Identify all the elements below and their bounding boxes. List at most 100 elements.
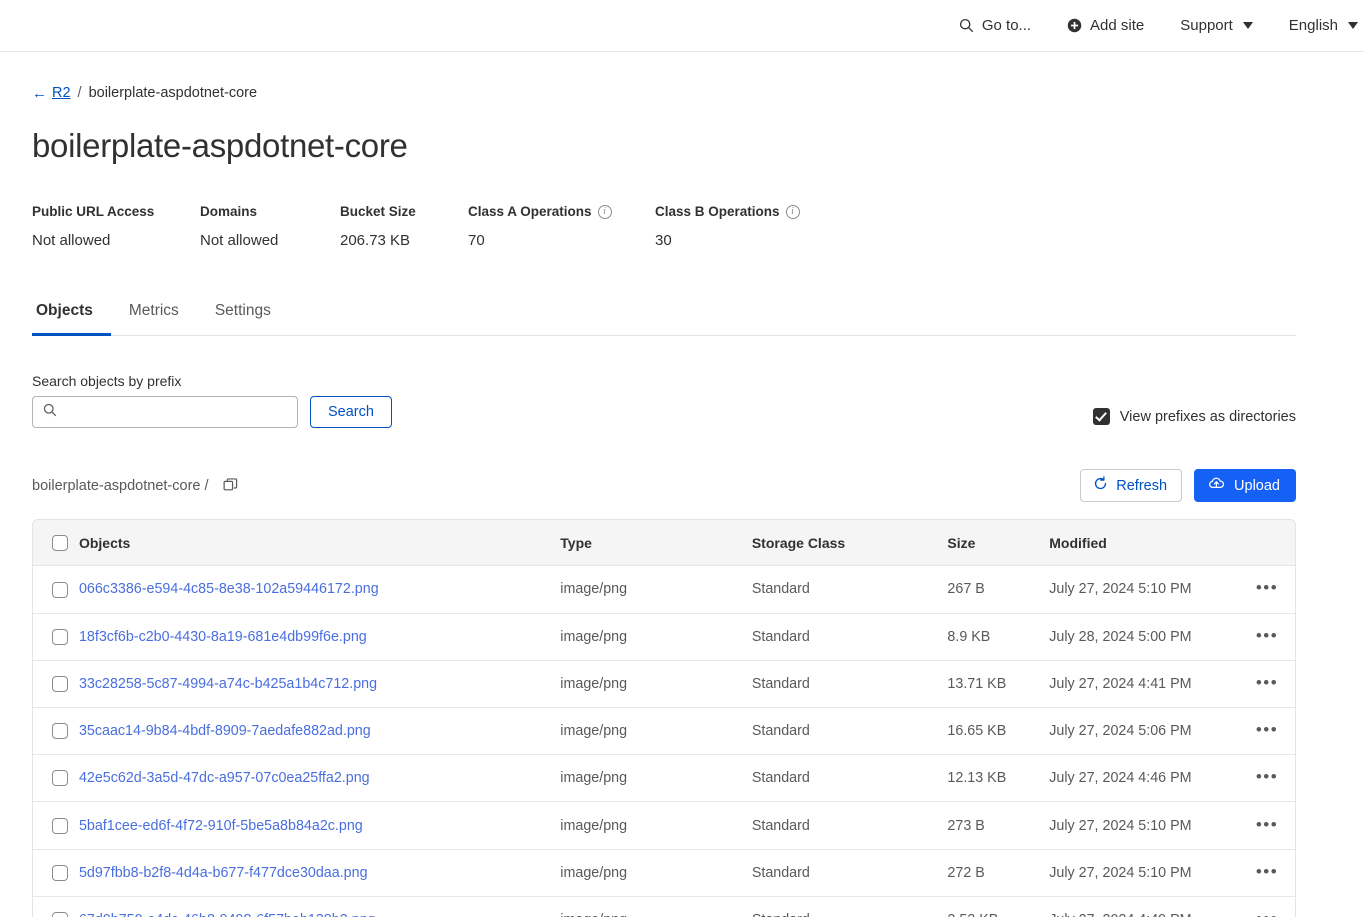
row-object-name-cell: 42e5c62d-3a5d-47dc-a957-07c0ea25ffa2.png <box>79 755 560 802</box>
table-header-row: Objects Type Storage Class Size Modified <box>33 520 1295 566</box>
row-type: image/png <box>560 849 752 896</box>
row-checkbox[interactable] <box>52 818 68 834</box>
nav-language[interactable]: English <box>1271 0 1364 51</box>
row-storage-class: Standard <box>752 707 948 754</box>
row-checkbox[interactable] <box>52 912 68 917</box>
header-storage-class[interactable]: Storage Class <box>752 520 948 566</box>
tab-settings[interactable]: Settings <box>197 302 289 336</box>
table-row[interactable]: 67d0b750-e4dc-46b8-9498-6f57beb138b2.png… <box>33 896 1295 917</box>
search-input-wrapper[interactable] <box>32 396 298 428</box>
row-checkbox[interactable] <box>52 676 68 692</box>
row-size: 2.52 KB <box>947 896 1049 917</box>
stat-label-text: Public URL Access <box>32 204 154 219</box>
upload-button[interactable]: Upload <box>1194 469 1296 502</box>
tab-bar: Objects Metrics Settings <box>32 301 1296 336</box>
row-storage-class: Standard <box>752 802 948 849</box>
breadcrumb-back-link[interactable]: ← R2 <box>32 85 71 101</box>
search-input[interactable] <box>65 403 287 421</box>
refresh-label: Refresh <box>1116 478 1167 494</box>
object-link[interactable]: 066c3386-e594-4c85-8e38-102a59446172.png <box>79 581 379 597</box>
view-prefixes-as-directories-checkbox[interactable]: View prefixes as directories <box>1093 408 1296 428</box>
table-row[interactable]: 066c3386-e594-4c85-8e38-102a59446172.png… <box>33 566 1295 613</box>
checkbox-checked-icon[interactable] <box>1093 408 1110 425</box>
stat-value: 30 <box>655 232 800 249</box>
table-body: 066c3386-e594-4c85-8e38-102a59446172.png… <box>33 566 1295 917</box>
breadcrumb-current: boilerplate-aspdotnet-core <box>89 85 257 101</box>
row-type: image/png <box>560 660 752 707</box>
row-checkbox[interactable] <box>52 723 68 739</box>
breadcrumb-root-label: R2 <box>52 85 71 101</box>
copy-icon[interactable] <box>223 478 238 493</box>
table-row[interactable]: 18f3cf6b-c2b0-4430-8a19-681e4db99f6e.png… <box>33 613 1295 660</box>
object-link[interactable]: 35caac14-9b84-4bdf-8909-7aedafe882ad.png <box>79 723 371 739</box>
stat-public-url-access: Public URL Access Not allowed <box>32 204 200 249</box>
row-type: image/png <box>560 896 752 917</box>
page-title: boilerplate-aspdotnet-core <box>32 127 1332 165</box>
row-actions-cell: ••• <box>1239 566 1295 613</box>
row-object-name-cell: 18f3cf6b-c2b0-4430-8a19-681e4db99f6e.png <box>79 613 560 660</box>
row-checkbox[interactable] <box>52 865 68 881</box>
info-icon[interactable]: i <box>786 205 800 219</box>
object-link[interactable]: 18f3cf6b-c2b0-4430-8a19-681e4db99f6e.png <box>79 629 367 645</box>
objects-table-container: Objects Type Storage Class Size Modified… <box>32 519 1296 917</box>
row-modified: July 27, 2024 4:46 PM <box>1049 755 1239 802</box>
row-menu-icon[interactable]: ••• <box>1256 867 1278 877</box>
table-row[interactable]: 5baf1cee-ed6f-4f72-910f-5be5a8b84a2c.png… <box>33 802 1295 849</box>
table-row[interactable]: 5d97fbb8-b2f8-4d4a-b677-f477dce30daa.png… <box>33 849 1295 896</box>
header-type[interactable]: Type <box>560 520 752 566</box>
row-menu-icon[interactable]: ••• <box>1256 631 1278 641</box>
row-menu-icon[interactable]: ••• <box>1256 583 1278 593</box>
row-menu-icon[interactable]: ••• <box>1256 725 1278 735</box>
row-checkbox[interactable] <box>52 770 68 786</box>
header-actions <box>1239 520 1295 566</box>
row-type: image/png <box>560 802 752 849</box>
table-row[interactable]: 42e5c62d-3a5d-47dc-a957-07c0ea25ffa2.png… <box>33 755 1295 802</box>
search-button[interactable]: Search <box>310 396 392 428</box>
upload-label: Upload <box>1234 478 1280 494</box>
row-object-name-cell: 35caac14-9b84-4bdf-8909-7aedafe882ad.png <box>79 707 560 754</box>
search-row: Search objects by prefix Search View pre… <box>32 373 1296 428</box>
page-container: ← R2 / boilerplate-aspdotnet-core boiler… <box>0 85 1364 917</box>
object-link[interactable]: 42e5c62d-3a5d-47dc-a957-07c0ea25ffa2.png <box>79 770 370 786</box>
row-checkbox-cell <box>33 707 79 754</box>
table-row[interactable]: 33c28258-5c87-4994-a74c-b425a1b4c712.png… <box>33 660 1295 707</box>
header-modified[interactable]: Modified <box>1049 520 1239 566</box>
search-icon <box>43 403 57 422</box>
row-checkbox[interactable] <box>52 629 68 645</box>
refresh-button[interactable]: Refresh <box>1080 469 1182 502</box>
row-size: 12.13 KB <box>947 755 1049 802</box>
object-link[interactable]: 5baf1cee-ed6f-4f72-910f-5be5a8b84a2c.png <box>79 818 363 834</box>
object-link[interactable]: 67d0b750-e4dc-46b8-9498-6f57beb138b2.png <box>79 912 376 917</box>
nav-goto[interactable]: Go to... <box>941 0 1049 51</box>
nav-goto-label: Go to... <box>982 17 1031 34</box>
chevron-down-icon <box>1243 22 1253 29</box>
row-actions-cell: ••• <box>1239 802 1295 849</box>
tab-objects[interactable]: Objects <box>32 302 111 336</box>
top-navigation-bar: Go to... Add site Support English <box>0 0 1364 52</box>
stat-bucket-size: Bucket Size 206.73 KB <box>340 204 468 249</box>
row-checkbox[interactable] <box>52 582 68 598</box>
row-menu-icon[interactable]: ••• <box>1256 820 1278 830</box>
row-actions-cell: ••• <box>1239 613 1295 660</box>
row-checkbox-cell <box>33 566 79 613</box>
stat-class-b-operations: Class B Operations i 30 <box>655 204 800 249</box>
tab-metrics[interactable]: Metrics <box>111 302 197 336</box>
row-type: image/png <box>560 707 752 754</box>
row-checkbox-cell <box>33 802 79 849</box>
info-icon[interactable]: i <box>598 205 612 219</box>
object-link[interactable]: 5d97fbb8-b2f8-4d4a-b677-f477dce30daa.png <box>79 865 368 881</box>
object-link[interactable]: 33c28258-5c87-4994-a74c-b425a1b4c712.png <box>79 676 377 692</box>
row-menu-icon[interactable]: ••• <box>1256 772 1278 782</box>
header-objects[interactable]: Objects <box>79 520 560 566</box>
nav-support[interactable]: Support <box>1162 0 1271 51</box>
row-menu-icon[interactable]: ••• <box>1256 678 1278 688</box>
search-label: Search objects by prefix <box>32 373 392 389</box>
select-all-checkbox[interactable] <box>52 535 68 551</box>
row-modified: July 27, 2024 4:49 PM <box>1049 896 1239 917</box>
search-icon <box>959 18 974 33</box>
row-storage-class: Standard <box>752 755 948 802</box>
table-row[interactable]: 35caac14-9b84-4bdf-8909-7aedafe882ad.png… <box>33 707 1295 754</box>
nav-add-site[interactable]: Add site <box>1049 0 1162 51</box>
row-checkbox-cell <box>33 896 79 917</box>
header-size[interactable]: Size <box>947 520 1049 566</box>
